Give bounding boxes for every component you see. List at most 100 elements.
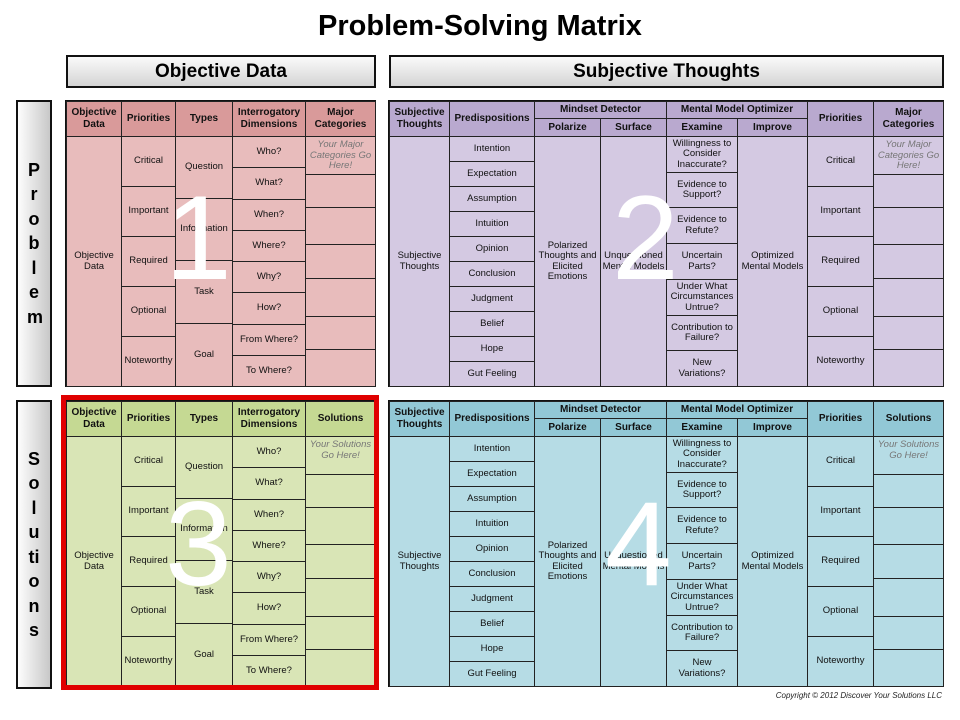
column-header: Polarize <box>534 118 601 137</box>
type-cell: Task <box>175 260 233 324</box>
column-header: Interrogatory Dimensions <box>232 101 306 137</box>
examine-cell: Evidence to Support? <box>666 472 738 508</box>
category-cell <box>873 316 944 350</box>
column-header: Surface <box>600 418 667 437</box>
solutions-row-label: Solutions <box>16 400 52 689</box>
category-cell: Your Major Categories Go Here! <box>873 136 944 175</box>
dimension-cell: How? <box>232 292 306 325</box>
column-header: Polarize <box>534 418 601 437</box>
examine-cell: Uncertain Parts? <box>666 543 738 580</box>
group-header-mindset-detector: Mindset Detector <box>534 401 667 419</box>
priority-cell: Critical <box>121 136 176 187</box>
category-cell <box>873 616 944 650</box>
surface-cell: Unquestioned Mental Models <box>600 436 667 687</box>
column-header: Objective Data <box>66 101 122 137</box>
column-header: Priorities <box>121 401 176 437</box>
column-header: Priorities <box>807 101 874 137</box>
category-cell <box>305 649 376 687</box>
priority-cell: Important <box>807 486 874 537</box>
predisposition-cell: Intention <box>449 436 535 462</box>
predisposition-cell: Intuition <box>449 511 535 537</box>
column-header: Objective Data <box>66 401 122 437</box>
column-header: Improve <box>737 418 808 437</box>
category-cell <box>873 207 944 245</box>
priority-cell: Optional <box>807 586 874 637</box>
predisposition-cell: Belief <box>449 611 535 637</box>
first-column-cell: Subjective Thoughts <box>389 436 450 687</box>
category-cell <box>873 474 944 508</box>
improve-cell: Optimized Mental Models <box>737 136 808 387</box>
priority-cell: Noteworthy <box>121 636 176 687</box>
column-header: Priorities <box>121 101 176 137</box>
predisposition-cell: Assumption <box>449 486 535 512</box>
examine-cell: Under What Circumstances Untrue? <box>666 279 738 316</box>
quadrant-2-problem-subjective: Subjective Thoughts Predispositions Mindse… <box>388 100 944 387</box>
dimension-cell: Why? <box>232 561 306 593</box>
predisposition-cell: Judgment <box>449 286 535 312</box>
predisposition-cell: Conclusion <box>449 261 535 287</box>
predisposition-cell: Belief <box>449 311 535 337</box>
predisposition-cell: Gut Feeling <box>449 361 535 387</box>
examine-cell: Evidence to Refute? <box>666 507 738 544</box>
dimension-cell: What? <box>232 167 306 200</box>
dimension-cell: From Where? <box>232 624 306 656</box>
examine-cell: Under What Circumstances Untrue? <box>666 579 738 616</box>
objective-data-header: Objective Data <box>66 55 376 88</box>
category-cell <box>305 207 376 245</box>
column-header: Priorities <box>807 401 874 437</box>
dimension-cell: Why? <box>232 261 306 293</box>
dimension-cell: When? <box>232 199 306 231</box>
column-header: Subjective Thoughts <box>389 401 450 437</box>
category-cell <box>305 616 376 650</box>
type-cell: Goal <box>175 323 233 387</box>
priority-cell: Required <box>121 236 176 287</box>
predisposition-cell: Intention <box>449 136 535 162</box>
copyright: Copyright © 2012 Discover Your Solutions… <box>775 691 942 700</box>
examine-cell: Evidence to Support? <box>666 172 738 208</box>
examine-cell: New Variations? <box>666 650 738 687</box>
category-cell <box>873 349 944 387</box>
category-cell <box>305 544 376 579</box>
predisposition-cell: Assumption <box>449 186 535 212</box>
improve-cell: Optimized Mental Models <box>737 436 808 687</box>
examine-cell: Contribution to Failure? <box>666 315 738 351</box>
priority-cell: Required <box>807 536 874 587</box>
group-header-mindset-detector: Mindset Detector <box>534 101 667 119</box>
dimension-cell: Who? <box>232 436 306 468</box>
column-header: Predispositions <box>449 101 535 137</box>
priority-cell: Critical <box>121 436 176 487</box>
category-cell <box>873 174 944 208</box>
type-cell: Information <box>175 198 233 261</box>
predisposition-cell: Opinion <box>449 236 535 262</box>
polarize-cell: Polarized Thoughts and Elicited Emotions <box>534 136 601 387</box>
predisposition-cell: Expectation <box>449 161 535 187</box>
category-cell <box>873 544 944 579</box>
predisposition-cell: Hope <box>449 336 535 362</box>
priority-cell: Important <box>807 186 874 237</box>
priority-cell: Noteworthy <box>121 336 176 387</box>
type-cell: Goal <box>175 623 233 687</box>
quadrant-3-solutions-objective: Objective Data Priorities Types Interrogato… <box>65 400 376 687</box>
examine-cell: Willingness to Consider Inaccurate? <box>666 136 738 173</box>
category-cell <box>873 244 944 279</box>
category-cell <box>305 316 376 350</box>
dimension-cell: Where? <box>232 530 306 562</box>
priority-cell: Required <box>807 236 874 287</box>
predisposition-cell: Hope <box>449 636 535 662</box>
first-column-cell: Subjective Thoughts <box>389 136 450 387</box>
type-cell: Question <box>175 136 233 199</box>
first-column-cell: Objective Data <box>66 436 122 687</box>
group-header-mental-model-optimizer: Mental Model Optimizer <box>666 101 808 119</box>
predisposition-cell: Intuition <box>449 211 535 237</box>
category-cell <box>305 474 376 508</box>
priority-cell: Optional <box>807 286 874 337</box>
priority-cell: Critical <box>807 436 874 487</box>
predisposition-cell: Conclusion <box>449 561 535 587</box>
priority-cell: Noteworthy <box>807 336 874 387</box>
priority-cell: Critical <box>807 136 874 187</box>
category-cell <box>873 578 944 617</box>
solutions-label-text: Solutions <box>27 448 40 641</box>
type-cell: Question <box>175 436 233 499</box>
column-header: Interrogatory Dimensions <box>232 401 306 437</box>
examine-cell: Uncertain Parts? <box>666 243 738 280</box>
